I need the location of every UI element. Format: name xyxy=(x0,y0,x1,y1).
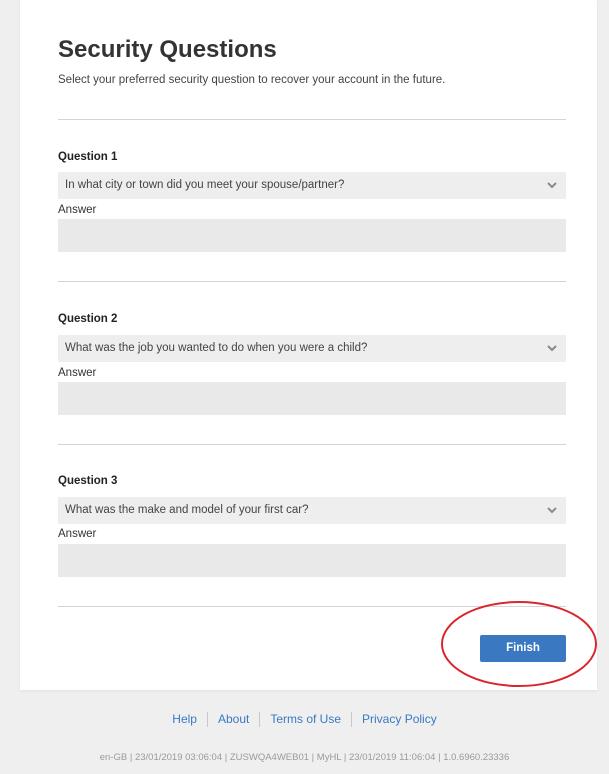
finish-button[interactable]: Finish xyxy=(480,635,566,662)
footer-link-privacy[interactable]: Privacy Policy xyxy=(352,712,447,727)
divider xyxy=(58,119,566,120)
question-1-selected-value: In what city or town did you meet your s… xyxy=(65,179,345,191)
question-3-select[interactable]: What was the make and model of your firs… xyxy=(58,497,566,524)
page-title: Security Questions xyxy=(58,36,277,63)
chevron-down-icon xyxy=(547,182,557,189)
chevron-down-icon xyxy=(547,507,557,514)
footer-link-help[interactable]: Help xyxy=(162,712,207,727)
answer-1-label: Answer xyxy=(58,204,97,216)
question-2-selected-value: What was the job you wanted to do when y… xyxy=(65,342,368,354)
footer-link-about[interactable]: About xyxy=(208,712,259,727)
divider xyxy=(58,281,566,282)
answer-1-input[interactable] xyxy=(58,219,566,252)
answer-2-label: Answer xyxy=(58,367,97,379)
question-2-select[interactable]: What was the job you wanted to do when y… xyxy=(58,335,566,362)
question-1-label: Question 1 xyxy=(58,151,118,163)
question-3-selected-value: What was the make and model of your firs… xyxy=(65,504,309,516)
page-subtitle: Select your preferred security question … xyxy=(58,74,446,86)
question-1-select[interactable]: In what city or town did you meet your s… xyxy=(58,172,566,199)
divider xyxy=(58,444,566,445)
divider xyxy=(58,606,566,607)
question-3-label: Question 3 xyxy=(58,475,118,487)
answer-3-input[interactable] xyxy=(58,544,566,577)
question-2-label: Question 2 xyxy=(58,313,118,325)
footer-links: Help About Terms of Use Privacy Policy xyxy=(0,712,609,728)
answer-2-input[interactable] xyxy=(58,382,566,415)
chevron-down-icon xyxy=(547,345,557,352)
build-info: en-GB | 23/01/2019 03:06:04 | ZUSWQA4WEB… xyxy=(99,752,510,763)
footer-link-terms[interactable]: Terms of Use xyxy=(260,712,351,727)
answer-3-label: Answer xyxy=(58,528,97,540)
security-questions-card: Security Questions Select your preferred… xyxy=(20,0,597,690)
